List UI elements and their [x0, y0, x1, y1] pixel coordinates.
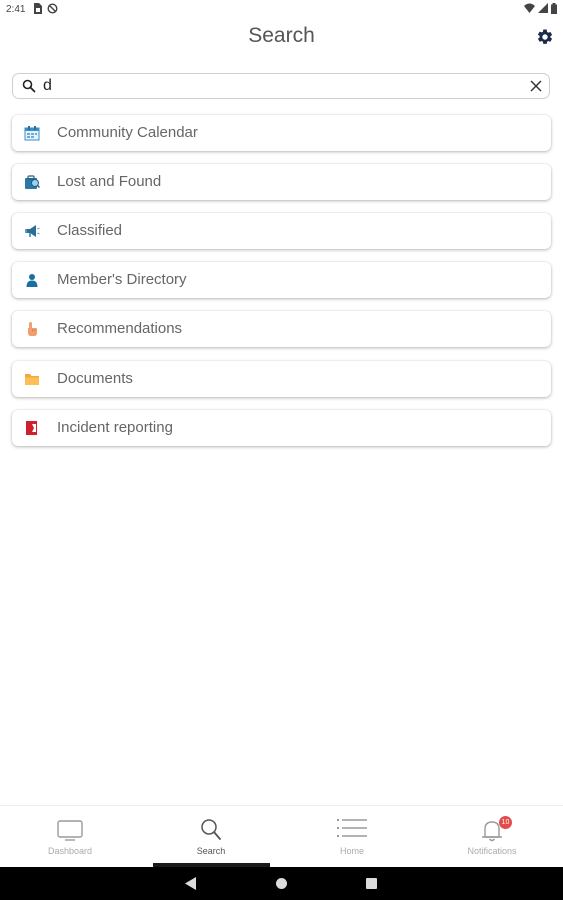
- monitor-icon: [57, 820, 83, 841]
- pointing-hand-icon: [28, 322, 37, 336]
- nav-notifications[interactable]: 10 Notifications: [422, 806, 562, 868]
- notification-badge: 10: [499, 816, 512, 829]
- back-icon[interactable]: [185, 877, 197, 890]
- result-label: Classified: [57, 222, 123, 239]
- status-left-icons: [33, 3, 58, 14]
- result-label: Community Calendar: [57, 124, 198, 141]
- incident-icon: [26, 421, 37, 435]
- signal-icon: [538, 3, 548, 13]
- lost-and-found-icon: [25, 175, 40, 189]
- result-item-lost-and-found[interactable]: Lost and Found: [12, 164, 551, 200]
- nav-dashboard[interactable]: Dashboard: [0, 806, 140, 868]
- result-label: Recommendations: [57, 320, 183, 337]
- android-nav-bar: [0, 867, 563, 900]
- search-input[interactable]: [43, 76, 513, 96]
- close-icon[interactable]: [529, 79, 543, 93]
- megaphone-icon: [25, 225, 40, 237]
- nav-label: Home: [339, 846, 364, 856]
- wifi-icon: [524, 3, 535, 13]
- nav-label: Notifications: [467, 846, 517, 856]
- sim-card-icon: [34, 3, 42, 14]
- search-box[interactable]: [12, 73, 550, 99]
- nav-label: Search: [196, 846, 226, 856]
- folder-icon: [25, 374, 39, 385]
- bottom-nav: Dashboard Search Home 10 Notifications: [0, 805, 563, 868]
- result-item-community-calendar[interactable]: Community Calendar: [12, 115, 551, 151]
- result-label: Lost and Found: [57, 173, 162, 190]
- status-right-icons: [524, 3, 557, 14]
- nav-search[interactable]: Search: [141, 806, 281, 868]
- nav-home[interactable]: Home: [282, 806, 422, 868]
- home-icon[interactable]: [276, 878, 287, 889]
- search-icon: [22, 79, 36, 93]
- page-title: Search: [248, 24, 315, 47]
- settings-button[interactable]: [536, 28, 554, 46]
- status-time: 2:41: [6, 4, 26, 15]
- result-item-classified[interactable]: Classified: [12, 213, 551, 249]
- person-icon: [26, 274, 38, 287]
- status-bar: 2:41: [0, 0, 563, 20]
- result-label: Documents: [57, 370, 133, 387]
- search-icon: [201, 819, 221, 840]
- result-label: Incident reporting: [57, 419, 173, 436]
- screen: 2:41 Search d Community Calendar Lost an…: [0, 0, 563, 900]
- battery-icon: [551, 3, 557, 14]
- gear-icon: [537, 29, 553, 44]
- result-item-documents[interactable]: Documents: [12, 361, 551, 397]
- recent-apps-icon[interactable]: [366, 878, 377, 889]
- no-sync-icon: [47, 3, 58, 14]
- result-item-members-directory[interactable]: Member's Directory: [12, 262, 551, 298]
- nav-label: Dashboard: [47, 846, 93, 856]
- result-label: Member's Directory: [57, 271, 187, 288]
- result-item-incident-reporting[interactable]: Incident reporting: [12, 410, 551, 446]
- calendar-icon: [24, 126, 40, 141]
- list-icon: [337, 819, 367, 837]
- result-item-recommendations[interactable]: Recommendations: [12, 311, 551, 347]
